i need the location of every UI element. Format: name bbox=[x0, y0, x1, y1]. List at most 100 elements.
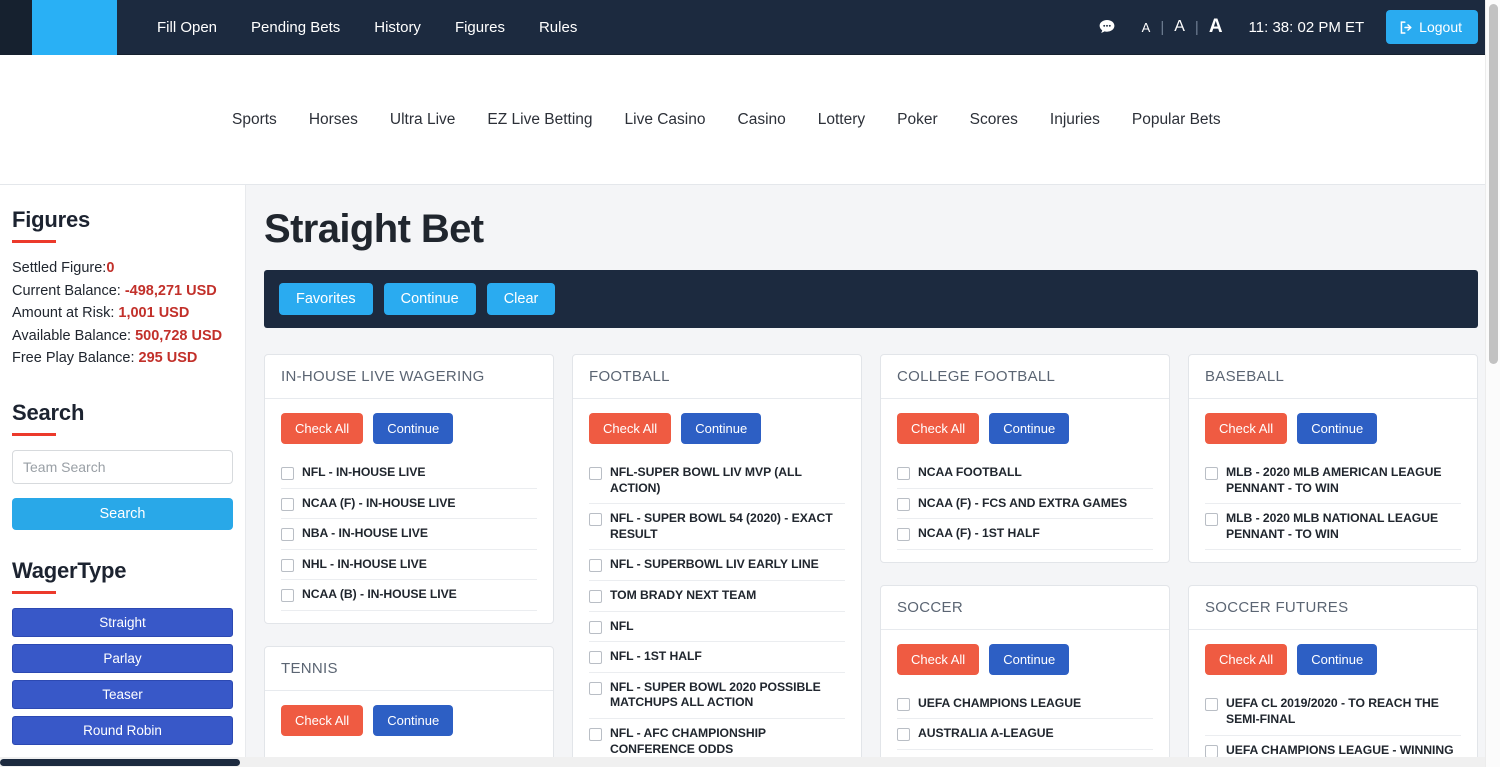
list-item[interactable]: NFL - SUPERBOWL LIV EARLY LINE bbox=[589, 550, 845, 581]
checkbox-icon[interactable] bbox=[1205, 744, 1218, 758]
checkbox-icon[interactable] bbox=[589, 559, 602, 573]
checkbox-icon[interactable] bbox=[1205, 698, 1218, 712]
checkbox-icon[interactable] bbox=[589, 467, 602, 480]
list-item[interactable]: NHL - IN-HOUSE LIVE bbox=[281, 550, 537, 581]
subnav-item-casino[interactable]: Casino bbox=[738, 111, 786, 129]
list-item[interactable]: NCAA (F) - 1ST HALF bbox=[897, 519, 1153, 550]
league-list: NFL - IN-HOUSE LIVE NCAA (F) - IN-HOUSE … bbox=[281, 458, 537, 611]
card-continue-button[interactable]: Continue bbox=[1297, 644, 1378, 676]
card-body: Check All Continue NFL - IN-HOUSE LIVE N… bbox=[265, 399, 553, 623]
list-item[interactable]: NFL - IN-HOUSE LIVE bbox=[281, 458, 537, 489]
vertical-scrollbar-thumb[interactable] bbox=[1489, 4, 1498, 364]
card-continue-button[interactable]: Continue bbox=[373, 704, 454, 736]
list-item[interactable]: UEFA CL 2019/2020 - TO REACH THE SEMI-FI… bbox=[1205, 689, 1461, 736]
subnav-item-poker[interactable]: Poker bbox=[897, 111, 938, 129]
list-item[interactable]: MLB - 2020 MLB AMERICAN LEAGUE PENNANT -… bbox=[1205, 458, 1461, 505]
list-item[interactable]: NFL-SUPER BOWL LIV MVP (ALL ACTION) bbox=[589, 458, 845, 505]
check-all-button[interactable]: Check All bbox=[281, 704, 364, 736]
list-item[interactable]: NCAA FOOTBALL bbox=[897, 458, 1153, 489]
font-size-small-button[interactable]: A bbox=[1142, 20, 1151, 35]
figure-row-current-balance: Current Balance: -498,271 USD bbox=[12, 280, 233, 303]
list-item[interactable]: AUSTRALIA A-LEAGUE bbox=[897, 719, 1153, 750]
logout-button[interactable]: Logout bbox=[1386, 10, 1478, 44]
list-item[interactable]: NCAA (B) - IN-HOUSE LIVE bbox=[281, 580, 537, 611]
check-all-button[interactable]: Check All bbox=[281, 413, 364, 444]
horizontal-scrollbar-thumb[interactable] bbox=[0, 759, 240, 766]
vertical-scrollbar[interactable] bbox=[1485, 0, 1500, 767]
check-all-button[interactable]: Check All bbox=[589, 413, 672, 444]
checkbox-icon[interactable] bbox=[281, 497, 294, 511]
site-logo[interactable] bbox=[32, 0, 117, 55]
subnav-item-lottery[interactable]: Lottery bbox=[818, 111, 865, 129]
subnav-item-injuries[interactable]: Injuries bbox=[1050, 111, 1100, 129]
check-all-button[interactable]: Check All bbox=[1205, 413, 1288, 444]
font-size-medium-button[interactable]: A bbox=[1174, 18, 1185, 36]
league-label: NFL - IN-HOUSE LIVE bbox=[302, 465, 426, 479]
horizontal-scrollbar[interactable] bbox=[0, 757, 1485, 767]
checkbox-icon[interactable] bbox=[589, 681, 602, 695]
checkbox-icon[interactable] bbox=[897, 697, 910, 711]
list-item[interactable]: NCAA (F) - FCS AND EXTRA GAMES bbox=[897, 489, 1153, 520]
card-continue-button[interactable]: Continue bbox=[989, 643, 1070, 675]
list-item[interactable]: MLB - 2020 MLB NATIONAL LEAGUE PENNANT -… bbox=[1205, 504, 1461, 551]
league-label: NFL - AFC CHAMPIONSHIP CONFERENCE ODDS bbox=[610, 725, 766, 756]
card-continue-button[interactable]: Continue bbox=[1297, 413, 1378, 444]
checkbox-icon[interactable] bbox=[589, 727, 602, 741]
list-item[interactable]: TOM BRADY NEXT TEAM bbox=[589, 581, 845, 612]
subnav-item-sports[interactable]: Sports bbox=[232, 111, 277, 129]
checkbox-icon[interactable] bbox=[281, 528, 294, 542]
checkbox-icon[interactable] bbox=[281, 467, 294, 480]
card-continue-button[interactable]: Continue bbox=[989, 413, 1070, 444]
list-item[interactable]: UEFA CHAMPIONS LEAGUE bbox=[897, 689, 1153, 720]
list-item[interactable]: NBA - IN-HOUSE LIVE bbox=[281, 519, 537, 550]
checkbox-icon[interactable] bbox=[897, 497, 910, 511]
nav-item-figures[interactable]: Figures bbox=[455, 0, 505, 55]
checkbox-icon[interactable] bbox=[1205, 513, 1218, 527]
nav-item-pending-bets[interactable]: Pending Bets bbox=[251, 0, 340, 55]
checkbox-icon[interactable] bbox=[1205, 467, 1218, 480]
checkbox-icon[interactable] bbox=[589, 651, 602, 665]
league-list: UEFA CL 2019/2020 - TO REACH THE SEMI-FI… bbox=[1205, 689, 1461, 766]
list-item[interactable]: NCAA (F) - IN-HOUSE LIVE bbox=[281, 489, 537, 520]
nav-item-history[interactable]: History bbox=[374, 0, 421, 55]
subnav-item-scores[interactable]: Scores bbox=[970, 111, 1018, 129]
checkbox-icon[interactable] bbox=[897, 467, 910, 480]
favorites-button[interactable]: Favorites bbox=[279, 283, 373, 315]
subnav-item-horses[interactable]: Horses bbox=[309, 111, 358, 129]
wager-type-teaser-button[interactable]: Teaser bbox=[12, 679, 233, 709]
checkbox-icon[interactable] bbox=[589, 589, 602, 603]
card-continue-button[interactable]: Continue bbox=[681, 413, 762, 444]
checkbox-icon[interactable] bbox=[897, 728, 910, 742]
card-college-football: COLLEGE FOOTBALL Check All Continue NCAA… bbox=[880, 354, 1170, 563]
check-all-button[interactable]: Check All bbox=[1205, 644, 1288, 676]
checkbox-icon[interactable] bbox=[897, 528, 910, 542]
wager-type-round-robin-button[interactable]: Round Robin bbox=[12, 715, 233, 745]
clear-button[interactable]: Clear bbox=[486, 283, 556, 315]
wager-type-parlay-button[interactable]: Parlay bbox=[12, 643, 233, 673]
card-button-row: Check All Continue bbox=[281, 413, 537, 444]
subnav-item-ez-live-betting[interactable]: EZ Live Betting bbox=[487, 111, 592, 129]
list-item[interactable]: NFL - 1ST HALF bbox=[589, 642, 845, 673]
search-button[interactable]: Search bbox=[12, 497, 233, 530]
nav-item-fill-open[interactable]: Fill Open bbox=[157, 0, 217, 55]
font-size-large-button[interactable]: A bbox=[1209, 16, 1223, 38]
check-all-button[interactable]: Check All bbox=[897, 643, 980, 675]
card-continue-button[interactable]: Continue bbox=[373, 413, 454, 444]
search-input[interactable] bbox=[12, 449, 233, 484]
check-all-button[interactable]: Check All bbox=[897, 413, 980, 444]
subnav-item-popular-bets[interactable]: Popular Bets bbox=[1132, 111, 1221, 129]
chat-bubble-icon[interactable] bbox=[1098, 18, 1116, 36]
card-baseball: BASEBALL Check All Continue MLB - 2020 M… bbox=[1188, 354, 1478, 564]
subnav-item-ultra-live[interactable]: Ultra Live bbox=[390, 111, 455, 129]
list-item[interactable]: NFL bbox=[589, 612, 845, 643]
list-item[interactable]: NFL - SUPER BOWL 54 (2020) - EXACT RESUL… bbox=[589, 504, 845, 551]
subnav-item-live-casino[interactable]: Live Casino bbox=[625, 111, 706, 129]
wager-type-straight-button[interactable]: Straight bbox=[12, 607, 233, 637]
checkbox-icon[interactable] bbox=[589, 513, 602, 527]
checkbox-icon[interactable] bbox=[281, 558, 294, 572]
list-item[interactable]: NFL - SUPER BOWL 2020 POSSIBLE MATCHUPS … bbox=[589, 673, 845, 719]
checkbox-icon[interactable] bbox=[589, 620, 602, 634]
checkbox-icon[interactable] bbox=[281, 589, 294, 603]
toolbar-continue-button[interactable]: Continue bbox=[383, 283, 476, 315]
nav-item-rules[interactable]: Rules bbox=[539, 0, 577, 55]
